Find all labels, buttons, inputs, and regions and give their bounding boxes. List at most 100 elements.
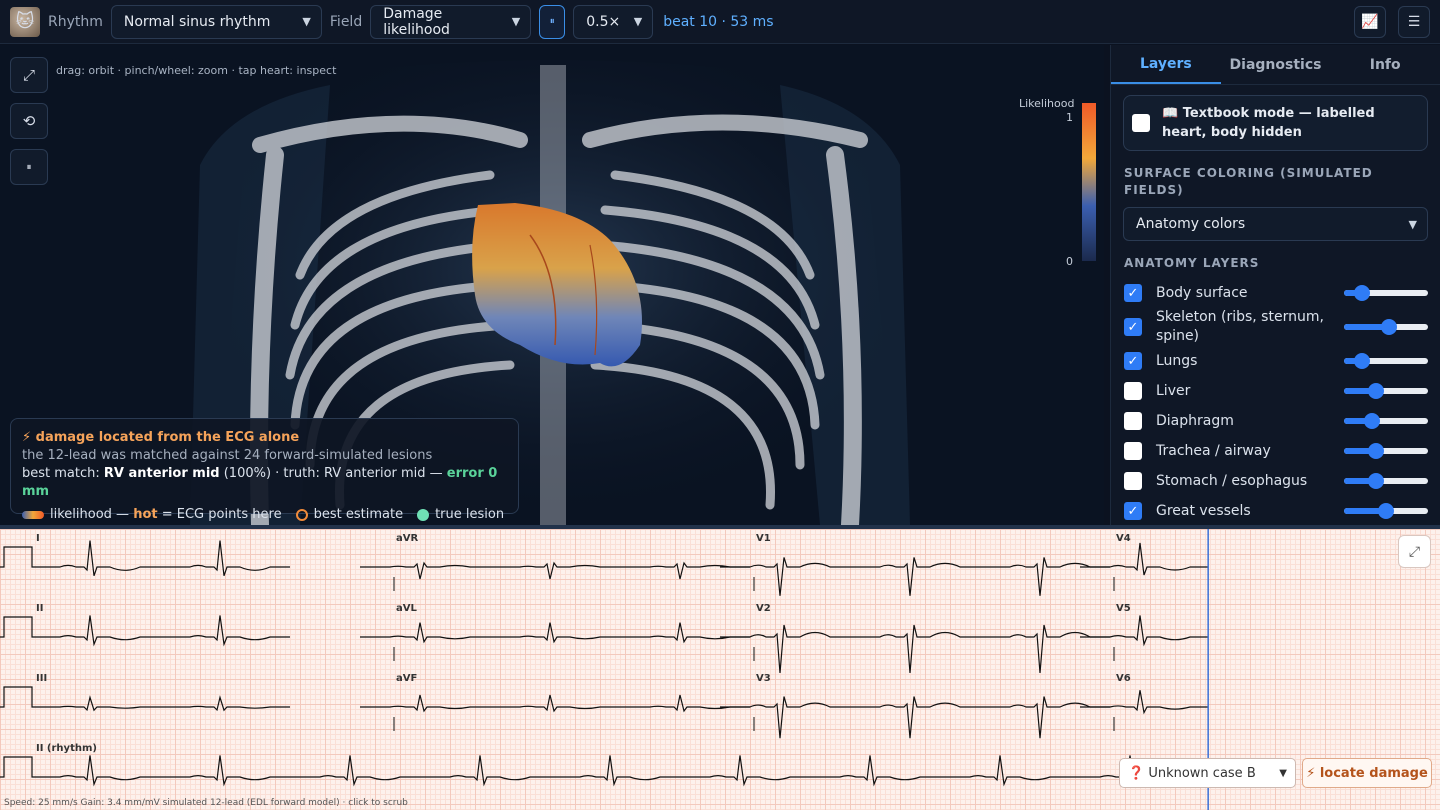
textbook-checkbox[interactable]: [1132, 114, 1150, 132]
lead-label: V5: [1116, 603, 1131, 614]
slider-knob[interactable]: [1367, 383, 1384, 399]
speed-select[interactable]: 0.5× ▼: [573, 4, 654, 39]
slider-knob[interactable]: [1378, 503, 1394, 519]
best-match-value: RV anterior mid: [103, 466, 220, 481]
slider-knob[interactable]: [1364, 413, 1381, 429]
legend-hot: hot: [133, 507, 158, 522]
layer-opacity-slider[interactable]: [1344, 413, 1428, 429]
surface-coloring-heading: SURFACE COLORING (SIMULATED FIELDS): [1124, 166, 1373, 197]
layer-opacity-slider[interactable]: [1344, 319, 1428, 335]
lead-label: aVL: [396, 603, 417, 614]
layer-checkbox[interactable]: ✓: [1124, 502, 1142, 520]
textbook-label: 📖 Textbook mode — labelled heart, body h…: [1162, 106, 1375, 140]
legend-true: true lesion: [435, 507, 505, 522]
ecg-trace: [360, 622, 750, 644]
layer-row: Trachea / airway: [1111, 436, 1440, 466]
play-pause-button[interactable]: ⏸: [539, 4, 566, 39]
locate-damage-button[interactable]: ⚡ locate damage: [1302, 758, 1432, 788]
chart-button[interactable]: 📈: [1354, 6, 1386, 38]
field-select[interactable]: Damage likelihood ▼: [370, 4, 532, 39]
slider-knob[interactable]: [1381, 319, 1398, 335]
ecg-trace: [1080, 542, 1209, 576]
best-match-prefix: best match:: [22, 466, 104, 481]
ecg-trace: [0, 540, 290, 576]
layer-checkbox[interactable]: ✓: [1124, 318, 1142, 336]
lead-label: V2: [756, 603, 771, 614]
side-panel: Layers Diagnostics Info 📖 Textbook mode — …: [1110, 45, 1440, 525]
layer-checkbox[interactable]: [1124, 412, 1142, 430]
app-logo-icon: 🐱: [10, 6, 40, 37]
likelihood-swatch: [22, 511, 44, 519]
layer-checkbox[interactable]: [1124, 472, 1142, 490]
layer-row: ✓ Body surface: [1111, 278, 1440, 308]
3d-viewport[interactable]: ⤢ ⟲ ⏸ drag: orbit · pinch/wheel: zoom · …: [0, 45, 1104, 525]
slider-knob[interactable]: [1367, 443, 1384, 459]
expand-icon: ⤢: [22, 66, 35, 84]
reset-view-button[interactable]: ⟲: [10, 103, 48, 139]
layer-row: Stomach / esophagus: [1111, 466, 1440, 496]
lead-label: V3: [756, 673, 771, 684]
surface-coloring-select[interactable]: Anatomy colors ▼: [1123, 207, 1428, 241]
layer-checkbox[interactable]: ✓: [1124, 284, 1142, 302]
result-match: best match: RV anterior mid (100%) · tru…: [22, 465, 507, 501]
case-select[interactable]: ❓ Unknown case B ▼: [1119, 758, 1296, 788]
chevron-down-icon: ▼: [511, 15, 521, 28]
layer-checkbox[interactable]: [1124, 382, 1142, 400]
colorbar-min: 0: [1066, 255, 1073, 268]
tab-layers[interactable]: Layers: [1111, 45, 1221, 84]
ecg-trace: [360, 561, 750, 580]
layer-checkbox[interactable]: ✓: [1124, 352, 1142, 370]
layer-row: ✓ Lungs: [1111, 346, 1440, 376]
tab-diagnostics[interactable]: Diagnostics: [1221, 45, 1331, 84]
fullscreen-button[interactable]: ⤢: [10, 57, 48, 93]
layer-name: Great vessels: [1156, 502, 1251, 519]
best-estimate-ring-icon: [295, 509, 308, 521]
layer-name: Trachea / airway: [1156, 442, 1271, 459]
lead-label: I: [36, 533, 40, 544]
layer-name: Liver: [1156, 382, 1191, 399]
colorbar-max: 1: [1066, 111, 1073, 124]
result-subtitle: the 12-lead was matched against 24 forwa…: [22, 448, 433, 463]
tab-info[interactable]: Info: [1330, 45, 1440, 84]
speed-select-value: 0.5×: [586, 13, 621, 30]
ecg-trace: [0, 686, 290, 712]
legend-hot-rest: = ECG points here: [157, 507, 282, 522]
layer-checkbox[interactable]: [1124, 442, 1142, 460]
layer-opacity-slider[interactable]: [1344, 353, 1428, 369]
pause-animation-button[interactable]: ⏸: [10, 149, 48, 185]
layer-row: ✓ Great vessels: [1111, 496, 1440, 525]
slider-knob[interactable]: [1354, 353, 1371, 369]
legend-likelihood: likelihood — hot = ECG points here: [50, 506, 282, 524]
slider-knob[interactable]: [1354, 285, 1371, 301]
ecg-trace: [360, 694, 750, 713]
slider-knob[interactable]: [1367, 473, 1384, 489]
textbook-mode-toggle[interactable]: 📖 Textbook mode — labelled heart, body h…: [1123, 95, 1428, 151]
legend-likelihood-text: likelihood —: [50, 507, 134, 522]
pause-icon: ⏸: [26, 161, 32, 173]
layer-opacity-slider[interactable]: [1344, 285, 1428, 301]
menu-button[interactable]: ☰: [1398, 6, 1430, 38]
case-select-value: ❓ Unknown case B: [1128, 765, 1256, 781]
interaction-hint: drag: orbit · pinch/wheel: zoom · tap he…: [56, 64, 337, 77]
lead-label: aVR: [396, 533, 419, 544]
legend-best: best estimate: [313, 507, 404, 522]
layer-opacity-slider[interactable]: [1344, 473, 1428, 489]
layer-name: Body surface: [1156, 284, 1248, 301]
layer-row: ✓ Skeleton (ribs, sternum, spine): [1111, 308, 1440, 346]
ecg-expand-button[interactable]: ⤢: [1398, 535, 1431, 568]
ecg-12-lead[interactable]: ⤢ ❓ Unknown case B ▼ ⚡ locate damage Spe…: [0, 529, 1440, 810]
layer-name: Skeleton (ribs, sternum, spine): [1156, 309, 1324, 344]
layer-opacity-slider[interactable]: [1344, 383, 1428, 399]
result-title: ⚡ damage located from the ECG alone: [22, 430, 300, 445]
panel-tabs: Layers Diagnostics Info: [1111, 45, 1440, 85]
lead-label: II (rhythm): [36, 743, 97, 754]
reset-icon: ⟲: [22, 112, 36, 130]
lead-label: aVF: [396, 673, 418, 684]
ecg-footer: Speed: 25 mm/s Gain: 3.4 mm/mV simulated…: [4, 798, 408, 808]
chevron-down-icon: ▼: [1279, 767, 1287, 779]
rhythm-select-value: Normal sinus rhythm: [123, 13, 271, 30]
layer-opacity-slider[interactable]: [1344, 443, 1428, 459]
layer-opacity-slider[interactable]: [1344, 503, 1428, 519]
ecg-trace: [720, 624, 1110, 674]
rhythm-select[interactable]: Normal sinus rhythm ▼: [110, 4, 322, 39]
